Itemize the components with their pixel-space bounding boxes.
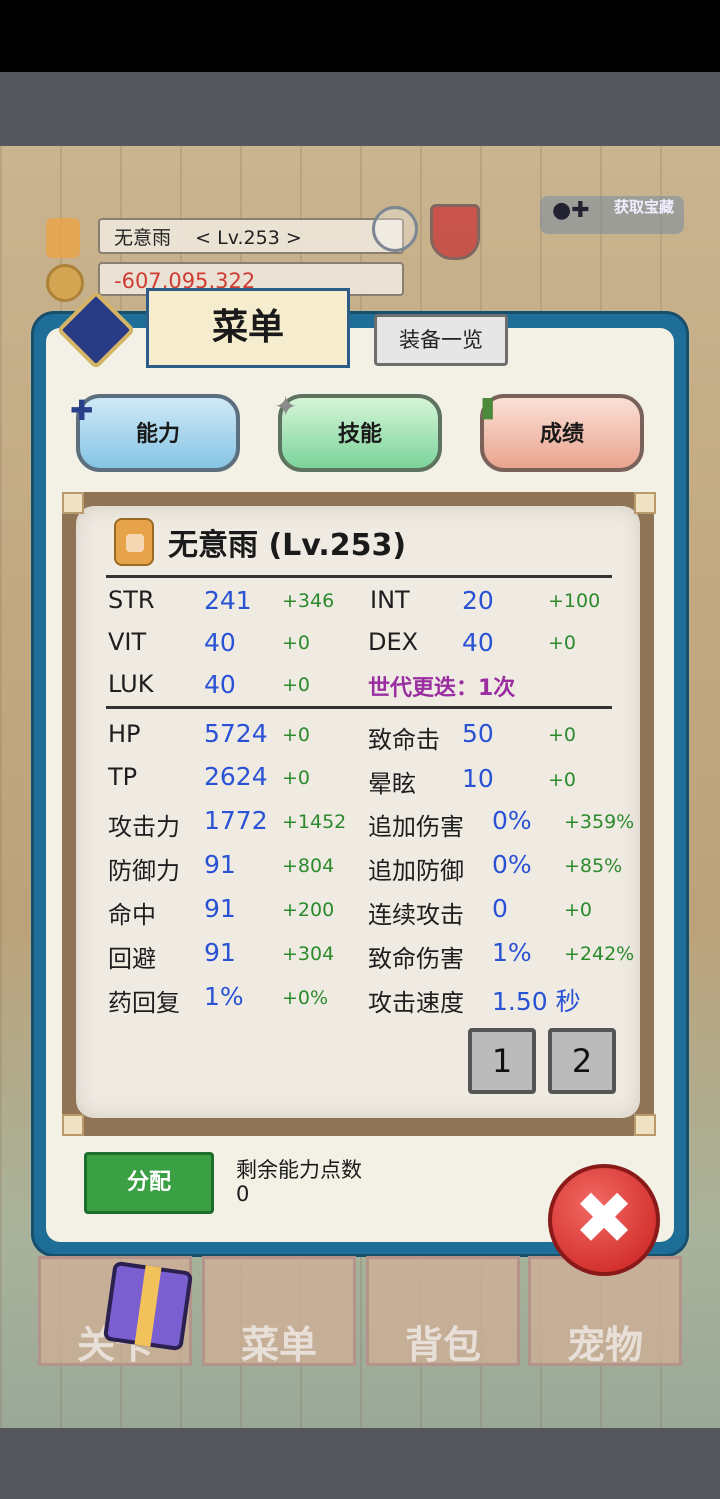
stat-value: 5724 [204, 719, 268, 748]
stat-value: 0 [492, 894, 508, 923]
stat-value: 91 [204, 850, 236, 879]
stat-label: TP [108, 763, 138, 791]
stat-label: 回避 [108, 945, 156, 973]
top-margin [0, 72, 720, 146]
tab-ability-label: 能力 [135, 422, 180, 447]
stat-label: 追加防御 [368, 857, 464, 885]
divider [106, 706, 612, 709]
frame-corner [634, 492, 656, 514]
tab-record[interactable]: ▮ 成绩 [480, 390, 644, 472]
gold-coin-icon [46, 264, 84, 302]
stat-value: 2624 [204, 762, 268, 791]
sparkle-icon: ✦ [274, 390, 298, 423]
tab-record-label: 成绩 [539, 422, 584, 447]
frame-corner [62, 1114, 84, 1136]
character-title: 无意雨 (Lv.253) [168, 528, 407, 563]
stat-label: 致命伤害 [368, 945, 464, 973]
stat-bonus: +0 [564, 899, 593, 921]
stat-value: 0% [492, 850, 532, 879]
frame-corner [62, 492, 84, 514]
stat-bonus: +0% [282, 987, 329, 1009]
stat-value: 1772 [204, 806, 268, 835]
stat-bonus: +100 [548, 590, 601, 612]
stat-label: 连续攻击 [368, 901, 464, 929]
stat-label: STR [108, 586, 155, 614]
stat-bonus: +0 [548, 632, 577, 654]
stat-value: 20 [462, 586, 494, 615]
stat-bonus: +0 [282, 632, 311, 654]
stat-bonus: +85% [564, 855, 623, 877]
stat-bonus: +0 [282, 674, 311, 696]
tab-skill-label: 技能 [337, 422, 382, 447]
scroll-icon: ▮ [480, 390, 496, 423]
stat-label: 防御力 [108, 857, 180, 885]
stat-value: 50 [462, 719, 494, 748]
character-avatar [114, 518, 154, 566]
frame-corner [634, 1114, 656, 1136]
hud-avatar-icon [46, 218, 80, 258]
stat-bonus: +200 [282, 899, 335, 921]
stat-value: 1.50 秒 [492, 987, 581, 1016]
remaining-points-label: 剩余能力点数 [236, 1158, 362, 1182]
stat-label: 追加伤害 [368, 813, 464, 841]
stat-label: 攻击力 [108, 813, 180, 841]
stat-value: 40 [204, 670, 236, 699]
close-button[interactable]: ✖ [548, 1164, 660, 1276]
tab-skill[interactable]: ✦ 技能 [274, 390, 442, 472]
stat-value: 40 [204, 628, 236, 657]
tab-ability[interactable]: ✚ 能力 [70, 394, 240, 472]
ring-icon [372, 206, 418, 252]
gift-box-icon[interactable] [102, 1260, 194, 1352]
stat-bonus: +0 [548, 724, 577, 746]
assign-button[interactable]: 分配 [84, 1152, 214, 1214]
stat-label: 致命击 [368, 726, 440, 754]
menu-title: 菜单 [146, 288, 350, 368]
stat-bonus: +0 [548, 769, 577, 791]
get-treasure-label: 获取宝藏 [613, 198, 674, 216]
stat-value: 1% [204, 982, 244, 1011]
plus-icon: ●✚ [552, 198, 590, 223]
stat-label: 药回复 [108, 989, 180, 1017]
stat-bonus: +359% [564, 811, 635, 833]
get-treasure-button[interactable]: ●✚ 获取宝藏 [540, 196, 684, 234]
generation-count: 世代更迭：1次 [368, 676, 516, 701]
stat-label: INT [370, 586, 410, 614]
stat-value: 241 [204, 586, 252, 615]
equipment-list-button[interactable]: 装备一览 [374, 314, 508, 366]
remaining-points-value: 0 [236, 1182, 250, 1206]
status-bar [0, 0, 720, 72]
nav-menu[interactable]: 菜单 [202, 1256, 356, 1367]
stat-label: 晕眩 [368, 770, 416, 798]
stat-value: 91 [204, 894, 236, 923]
page-2-button[interactable]: 2 [548, 1028, 616, 1094]
stat-value: 91 [204, 938, 236, 967]
stat-label: 攻击速度 [368, 989, 464, 1017]
stat-label: LUK [108, 670, 154, 698]
stat-value: 1% [492, 938, 532, 967]
hud-name-level: 无意雨 < Lv.253 > [98, 218, 404, 254]
stat-bonus: +242% [564, 943, 635, 965]
stat-bonus: +0 [282, 724, 311, 746]
stat-bonus: +1452 [282, 811, 347, 833]
stat-bonus: +346 [282, 590, 335, 612]
shield-icon [430, 204, 480, 260]
stat-value: 0% [492, 806, 532, 835]
page-1-button[interactable]: 1 [468, 1028, 536, 1094]
stat-label: HP [108, 720, 141, 748]
stat-label: 命中 [108, 901, 156, 929]
stat-value: 10 [462, 764, 494, 793]
person-add-icon: ✚ [70, 394, 94, 427]
stat-bonus: +0 [282, 767, 311, 789]
stat-label: VIT [108, 628, 147, 656]
stat-label: DEX [368, 628, 419, 656]
bottom-margin [0, 1428, 720, 1499]
nav-bag[interactable]: 背包 [366, 1256, 520, 1367]
stat-value: 40 [462, 628, 494, 657]
stat-bonus: +304 [282, 943, 335, 965]
stat-bonus: +804 [282, 855, 335, 877]
divider [106, 575, 612, 578]
